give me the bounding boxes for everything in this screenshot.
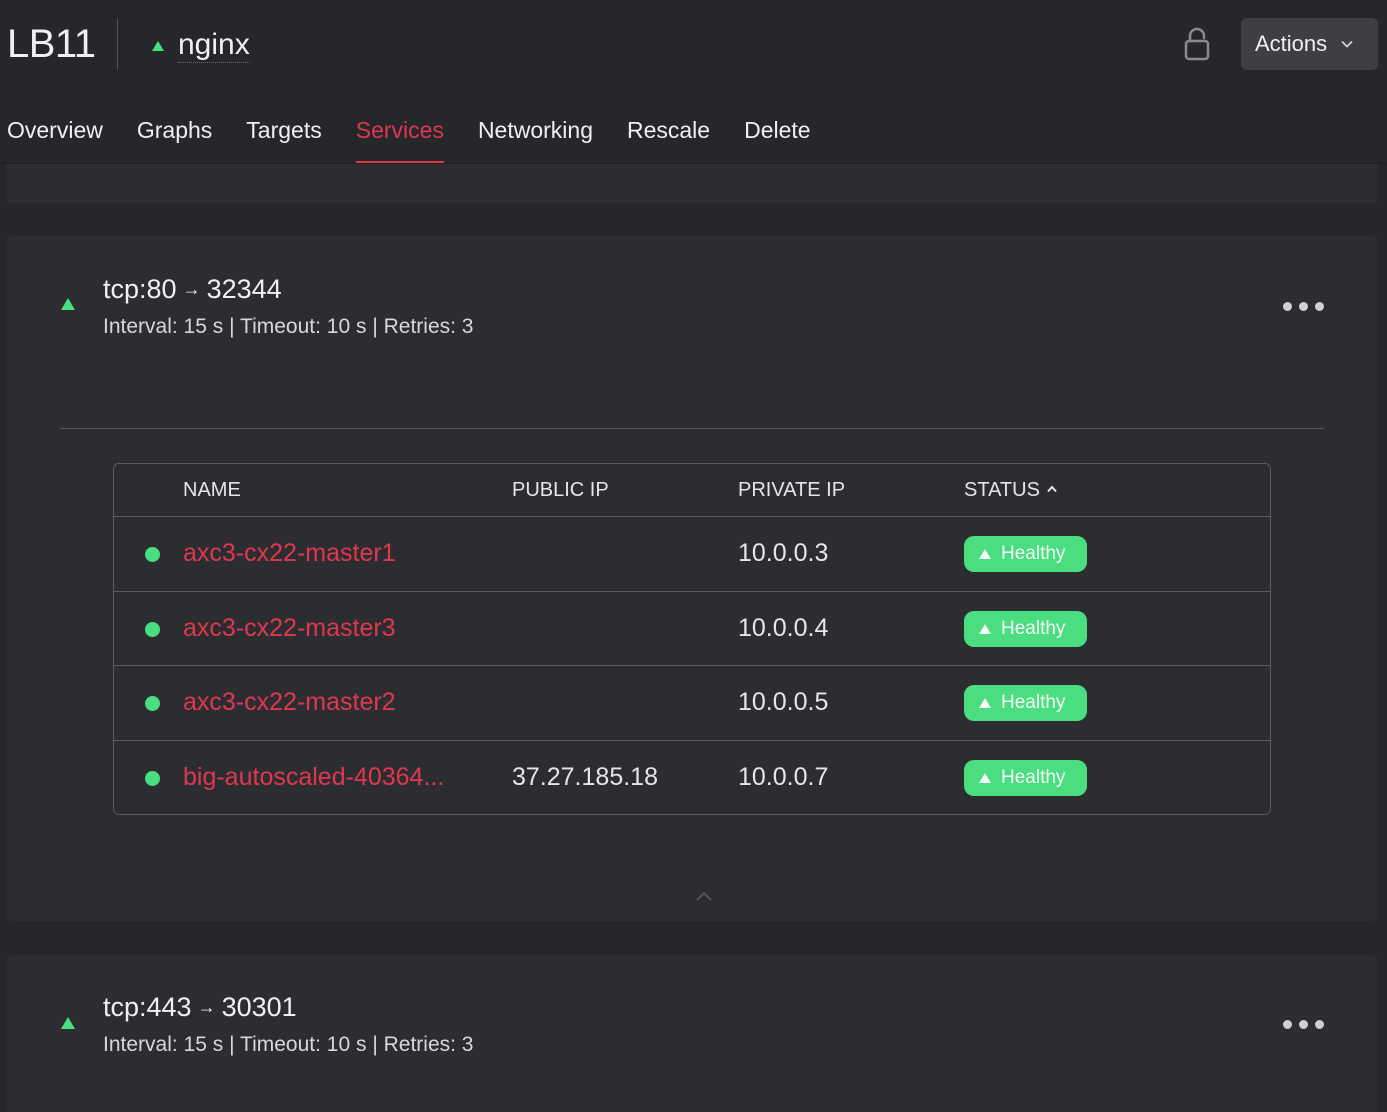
tab-rescale[interactable]: Rescale (627, 100, 710, 164)
table-row: axc3-cx22-master1 10.0.0.3 Healthy (114, 517, 1270, 592)
table-row: axc3-cx22-master2 10.0.0.5 Healthy (114, 666, 1270, 741)
table-row: axc3-cx22-master3 10.0.0.4 Healthy (114, 592, 1270, 666)
service-status-up-icon (61, 1017, 75, 1029)
status-up-icon (979, 623, 991, 634)
status-badge: Healthy (964, 759, 1087, 796)
info-separator: | (372, 1033, 378, 1056)
target-private-ip: 10.0.0.3 (738, 539, 829, 567)
tab-services[interactable]: Services (355, 100, 445, 164)
actions-button[interactable]: Actions (1241, 18, 1378, 70)
targets-table: NAME PUBLIC IP PRIVATE IP STATUS axc3-cx… (113, 463, 1271, 815)
target-name-link[interactable]: axc3-cx22-master2 (183, 688, 396, 717)
service-protocol-port: tcp:443 (103, 992, 192, 1022)
tab-bar-border (0, 163, 1387, 164)
health-timeout: Timeout: 10 s (240, 1033, 367, 1056)
target-name-link[interactable]: big-autoscaled-40364... (183, 763, 444, 792)
service-card: tcp:80 → 32344 Interval: 15 s | Timeout: 1… (6, 236, 1378, 921)
label-text: nginx (178, 28, 250, 63)
header-divider (117, 19, 118, 69)
service-title: tcp:80 → 32344 (103, 274, 282, 305)
status-dot (145, 770, 160, 786)
chevron-down-icon (1341, 40, 1353, 48)
arrow-right-icon: → (197, 997, 216, 1017)
more-options-icon[interactable] (1283, 302, 1324, 311)
load-balancer-name: LB11 (7, 22, 96, 66)
service-health-check-info: Interval: 15 s | Timeout: 10 s | Retries… (103, 315, 474, 339)
service-destination-port: 30301 (221, 992, 297, 1022)
target-private-ip: 10.0.0.7 (738, 762, 829, 791)
status-dot (145, 621, 160, 637)
info-separator: | (372, 315, 378, 338)
service-card: tcp:443 → 30301 Interval: 15 s | Timeout: … (6, 955, 1378, 1112)
actions-label: Actions (1255, 31, 1328, 56)
status-badge-label: Healthy (1001, 766, 1066, 788)
status-up-icon (979, 549, 991, 559)
tab-graphs[interactable]: Graphs (137, 100, 212, 164)
service-title: tcp:443 → 30301 (103, 992, 297, 1023)
tab-bar: Overview Graphs Targets Services Network… (7, 100, 845, 164)
tab-targets[interactable]: Targets (246, 100, 321, 164)
target-public-ip: 37.27.185.18 (512, 762, 658, 791)
status-badge: Healthy (964, 610, 1087, 647)
column-header-name[interactable]: NAME (183, 479, 241, 502)
status-up-icon (979, 772, 991, 783)
chevron-up-icon[interactable] (695, 890, 713, 902)
status-badge-label: Healthy (1001, 543, 1066, 564)
status-badge-label: Healthy (1001, 692, 1066, 713)
column-header-public-ip[interactable]: PUBLIC IP (512, 479, 609, 502)
status-badge: Healthy (964, 685, 1087, 721)
target-name-link[interactable]: axc3-cx22-master3 (183, 614, 396, 643)
status-dot (145, 547, 160, 562)
lock-icon[interactable] (1183, 26, 1211, 62)
table-row: big-autoscaled-40364... 37.27.185.18 10.… (114, 741, 1270, 815)
section-divider (60, 428, 1324, 429)
health-interval: Interval: 15 s (103, 1033, 224, 1056)
column-header-status[interactable]: STATUS (964, 479, 1058, 502)
service-protocol-port: tcp:80 (103, 274, 177, 304)
service-destination-port: 32344 (206, 274, 282, 304)
tab-overview[interactable]: Overview (7, 100, 103, 164)
target-name-link[interactable]: axc3-cx22-master1 (183, 539, 396, 568)
table-header: NAME PUBLIC IP PRIVATE IP STATUS (114, 464, 1270, 517)
info-separator: | (229, 315, 235, 338)
column-header-status-label: STATUS (964, 479, 1040, 501)
status-badge: Healthy (964, 536, 1087, 572)
status-dot (145, 696, 160, 711)
sort-ascending-icon (1047, 485, 1057, 493)
service-status-up-icon (61, 298, 75, 310)
label-tag[interactable]: nginx (152, 28, 250, 63)
service-health-check-info: Interval: 15 s | Timeout: 10 s | Retries… (103, 1033, 474, 1057)
info-separator: | (229, 1033, 235, 1056)
tab-delete[interactable]: Delete (744, 100, 810, 164)
status-up-icon (152, 40, 164, 51)
status-badge-label: Healthy (1001, 617, 1066, 639)
status-up-icon (979, 698, 991, 708)
target-private-ip: 10.0.0.5 (738, 688, 829, 716)
health-timeout: Timeout: 10 s (240, 315, 367, 338)
tab-networking[interactable]: Networking (478, 100, 593, 164)
health-retries: Retries: 3 (383, 1033, 474, 1056)
health-retries: Retries: 3 (383, 315, 474, 338)
header-bar: LB11 nginx Actions Overview Graphs Targe… (0, 0, 1387, 164)
column-header-private-ip[interactable]: PRIVATE IP (738, 479, 845, 502)
arrow-right-icon: → (182, 279, 201, 299)
health-interval: Interval: 15 s (103, 315, 224, 338)
target-private-ip: 10.0.0.4 (738, 613, 829, 642)
more-options-icon[interactable] (1283, 1020, 1324, 1029)
